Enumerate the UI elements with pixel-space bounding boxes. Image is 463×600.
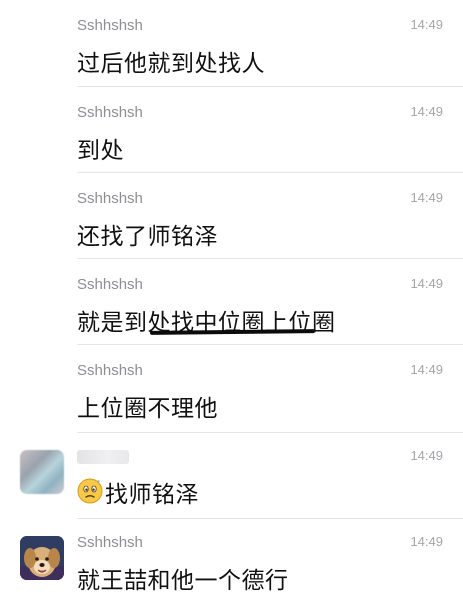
message-divider	[77, 172, 463, 173]
message-time: 14:49	[410, 276, 443, 291]
message-text: 上位圈不理他	[77, 396, 218, 422]
avatar[interactable]	[20, 450, 64, 494]
dog-avatar-icon	[20, 536, 64, 580]
message-text: 找师铭泽	[105, 482, 199, 508]
message-time: 14:49	[410, 362, 443, 377]
message-sender: Sshhshsh	[77, 362, 143, 379]
message-time: 14:49	[410, 104, 443, 119]
chat-message-list[interactable]: Sshhshsh 14:49 过后他就到处找人 Sshhshsh 14:49 到…	[0, 0, 463, 600]
confused-face-icon	[77, 478, 103, 504]
message-text: 就王喆和他一个德行	[77, 568, 289, 594]
message-sender: Sshhshsh	[77, 276, 143, 293]
message-time: 14:49	[410, 448, 443, 463]
message-sender: Sshhshsh	[77, 17, 143, 34]
message-divider	[77, 344, 463, 345]
message-divider	[77, 432, 463, 433]
message-text: 过后他就到处找人	[77, 51, 265, 77]
message-time: 14:49	[410, 17, 443, 32]
message-text: 还找了师铭泽	[77, 224, 218, 250]
message-text: 到处	[77, 138, 124, 164]
message-divider	[77, 258, 463, 259]
avatar[interactable]	[20, 536, 64, 580]
message-sender: Sshhshsh	[77, 534, 143, 551]
message-time: 14:49	[410, 190, 443, 205]
message-time: 14:49	[410, 534, 443, 549]
message-divider	[77, 86, 463, 87]
message-divider	[77, 518, 463, 519]
message-sender: Sshhshsh	[77, 104, 143, 121]
message-sender: Sshhshsh	[77, 190, 143, 207]
sender-name-blurred	[77, 450, 129, 464]
